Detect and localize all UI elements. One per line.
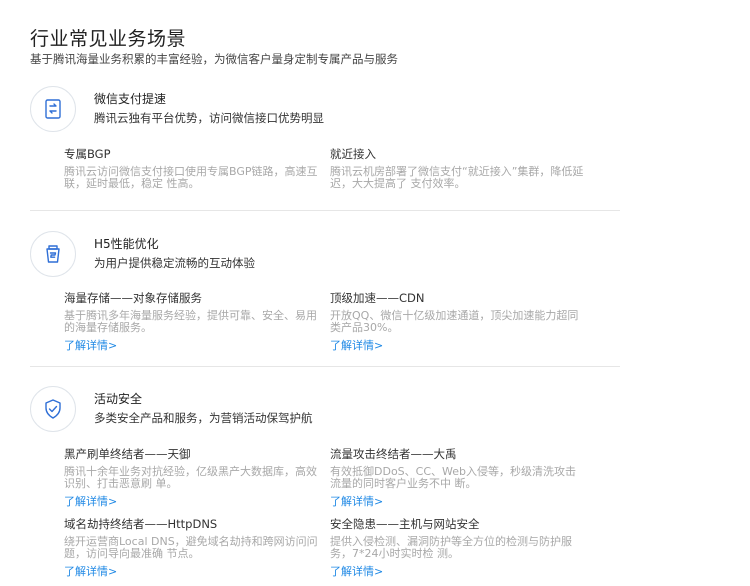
page-title: 行业常见业务场景 [30,28,187,50]
feature-nearby-access: 就近接入 腾讯云机房部署了微信支付“就近接入”集群，降低延迟，大大提高了 支付效… [330,146,585,190]
section-divider [30,210,620,211]
page-subtitle: 基于腾讯海量业务积累的丰富经验，为微信客户量身定制专属产品与服务 [30,52,398,66]
learn-more-link[interactable]: 了解详情> [330,339,383,352]
learn-more-link[interactable]: 了解详情> [64,339,117,352]
section-description: 为用户提供稳定流畅的互动体验 [94,256,255,270]
feature-dedicated-bgp: 专属BGP 腾讯云访问微信支付接口使用专属BGP链路，高速互联，延时最低，稳定 … [64,146,319,190]
feature-title: 域名劫持终结者——HttpDNS [64,517,218,531]
section-title: H5性能优化 [94,237,159,251]
feature-cdn: 顶级加速——CDN 开放QQ、微信十亿级加速通道，顶尖加速能力超同类产品30%。… [330,290,585,353]
feature-description: 腾讯云访问微信支付接口使用专属BGP链路，高速互联，延时最低，稳定 性高。 [64,165,318,190]
feature-description: 有效抵御DDoS、CC、Web入侵等，秒级清洗攻击流量的同时客户业务不中 断。 [330,465,576,490]
learn-more-link[interactable]: 了解详情> [64,495,117,508]
wechat-pay-icon [30,86,76,132]
learn-more-link[interactable]: 了解详情> [64,565,117,578]
feature-httpdns: 域名劫持终结者——HttpDNS 绕开运营商Local DNS，避免域名劫持和跨… [64,516,319,579]
section-title: 微信支付提速 [94,92,167,106]
learn-more-link[interactable]: 了解详情> [330,495,383,508]
feature-description: 绕开运营商Local DNS，避免域名劫持和跨网访问问题，访问导向最准确 节点。 [64,535,318,560]
feature-description: 腾讯十余年业务对抗经验，亿级黑产大数据库，高效识别、打击恶意刷 单。 [64,465,317,490]
feature-title: 黑产刷单终结者——天御 [64,447,191,461]
feature-dayu: 流量攻击终结者——大禹 有效抵御DDoS、CC、Web入侵等，秒级清洗攻击流量的… [330,446,585,509]
section-description: 多类安全产品和服务，为营销活动保驾护航 [94,411,313,425]
feature-title: 专属BGP [64,147,111,161]
feature-title: 就近接入 [330,147,376,161]
feature-host-website-security: 安全隐患——主机与网站安全 提供入侵检测、漏洞防护等全方位的检测与防护服务，7*… [330,516,585,579]
feature-description: 腾讯云机房部署了微信支付“就近接入”集群，降低延迟，大大提高了 支付效率。 [330,165,584,190]
feature-title: 安全隐患——主机与网站安全 [330,517,480,531]
feature-description: 基于腾讯多年海量服务经验，提供可靠、安全、易用的海量存储服务。 [64,309,317,334]
feature-title: 海量存储——对象存储服务 [64,291,202,305]
section-divider [30,366,620,367]
shield-check-icon [30,386,76,432]
feature-title: 顶级加速——CDN [330,291,425,305]
section-description: 腾讯云独有平台优势，访问微信接口优势明显 [94,111,324,125]
h5-cup-icon [30,231,76,277]
feature-object-storage: 海量存储——对象存储服务 基于腾讯多年海量服务经验，提供可靠、安全、易用的海量存… [64,290,319,353]
learn-more-link[interactable]: 了解详情> [330,565,383,578]
feature-title: 流量攻击终结者——大禹 [330,447,457,461]
feature-description: 开放QQ、微信十亿级加速通道，顶尖加速能力超同类产品30%。 [330,309,579,334]
feature-description: 提供入侵检测、漏洞防护等全方位的检测与防护服务，7*24小时实时检 测。 [330,535,572,560]
feature-tianyu: 黑产刷单终结者——天御 腾讯十余年业务对抗经验，亿级黑产大数据库，高效识别、打击… [64,446,319,509]
section-title: 活动安全 [94,392,143,406]
